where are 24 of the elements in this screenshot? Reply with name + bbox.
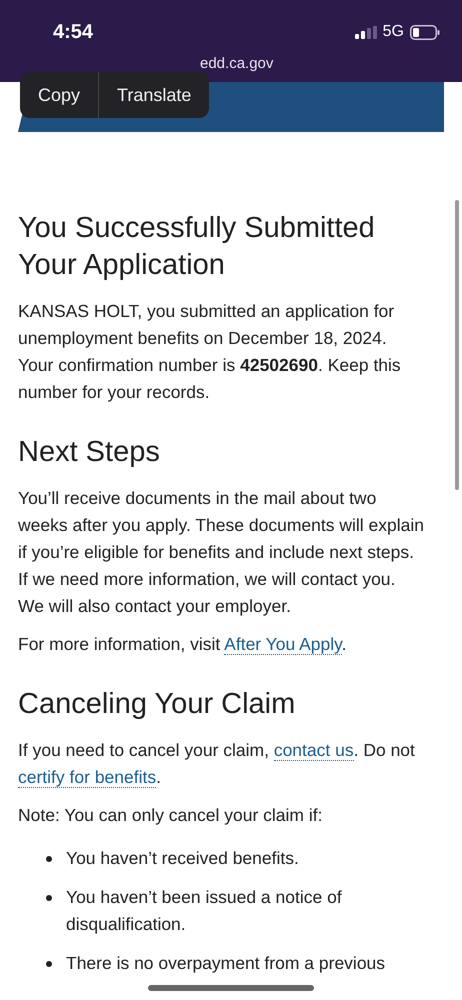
more-info-text: For more information, visit After You Apply. bbox=[18, 633, 348, 657]
bullet-icon bbox=[46, 895, 52, 901]
url-text[interactable]: edd.ca.gov bbox=[200, 55, 274, 72]
page-title: You Successfully Submitted Your Application bbox=[18, 211, 376, 283]
status-time: 4:54 bbox=[53, 20, 94, 44]
battery-icon bbox=[410, 24, 440, 40]
bullet-icon bbox=[46, 856, 52, 862]
note-text: Note: You can only cancel your claim if: bbox=[18, 804, 324, 827]
signal-icon bbox=[354, 26, 377, 38]
section-heading: Next Steps bbox=[18, 435, 161, 470]
menu-item[interactable]: Translate bbox=[99, 72, 210, 118]
cancel-text: If you need to cancel your claim, contact us. Do not certify for benefits. bbox=[18, 739, 416, 790]
next-steps-text: You’ll receive documents in the mail about two weeks after you apply. These documents will explain if you’re eligible for benefits and include next steps. If we need more information, we will contact you. We will also contact your employer. bbox=[18, 487, 425, 618]
list-item-text: There is no overpayment from a previous bbox=[66, 952, 386, 975]
section-heading: Canceling Your Claim bbox=[18, 687, 296, 722]
list-item-text: You haven’t received benefits. bbox=[66, 847, 299, 870]
bullet-icon bbox=[46, 961, 52, 967]
menu-item[interactable]: Copy bbox=[20, 72, 98, 118]
network-label: 5G bbox=[382, 23, 404, 41]
list-item-text: You haven’t been issued a notice of disqualification. bbox=[66, 886, 343, 936]
certify-link[interactable]: certify for benefits bbox=[18, 767, 156, 788]
after-you-apply-link[interactable]: After You Apply bbox=[224, 634, 342, 655]
contact-us-link[interactable]: contact us bbox=[274, 740, 354, 761]
confirmation-text: KANSAS HOLT, you submitted an application for unemployment benefits on December 18, 2024. Your confirmation number is 42502690. Keep this number for your records. bbox=[18, 300, 402, 404]
